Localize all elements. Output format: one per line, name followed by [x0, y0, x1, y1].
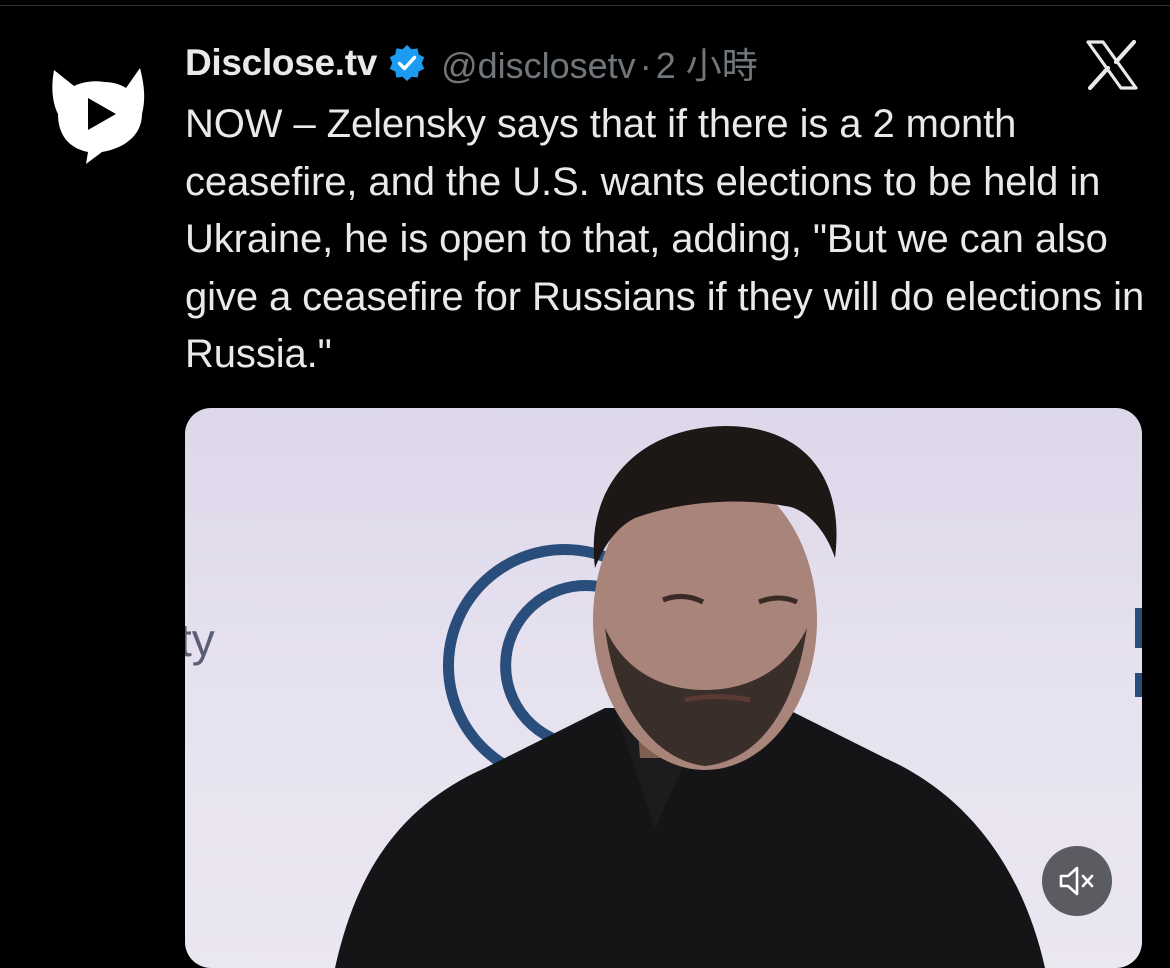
- backdrop-text: ty: [185, 614, 215, 666]
- top-divider: [0, 5, 1170, 6]
- handle[interactable]: @disclosetv: [441, 45, 636, 86]
- volume-muted-icon: [1059, 866, 1094, 896]
- tweet-text: NOW – Zelensky says that if there is a 2…: [185, 102, 1145, 376]
- display-name[interactable]: Disclose.tv: [185, 42, 377, 84]
- meta-separator: ·: [639, 45, 652, 86]
- x-logo-icon: [1086, 40, 1138, 90]
- timestamp[interactable]: 2 小時: [656, 45, 758, 86]
- verified-badge-icon[interactable]: [387, 43, 427, 83]
- avatar[interactable]: [40, 62, 152, 164]
- tweet-meta: @disclosetv · 2 小時: [441, 37, 758, 89]
- video-frame: [335, 426, 1142, 968]
- tweet-header: Disclose.tv @disclosetv · 2 小時: [185, 38, 758, 88]
- mute-button[interactable]: [1042, 846, 1112, 916]
- tweet-video[interactable]: ty: [185, 408, 1142, 968]
